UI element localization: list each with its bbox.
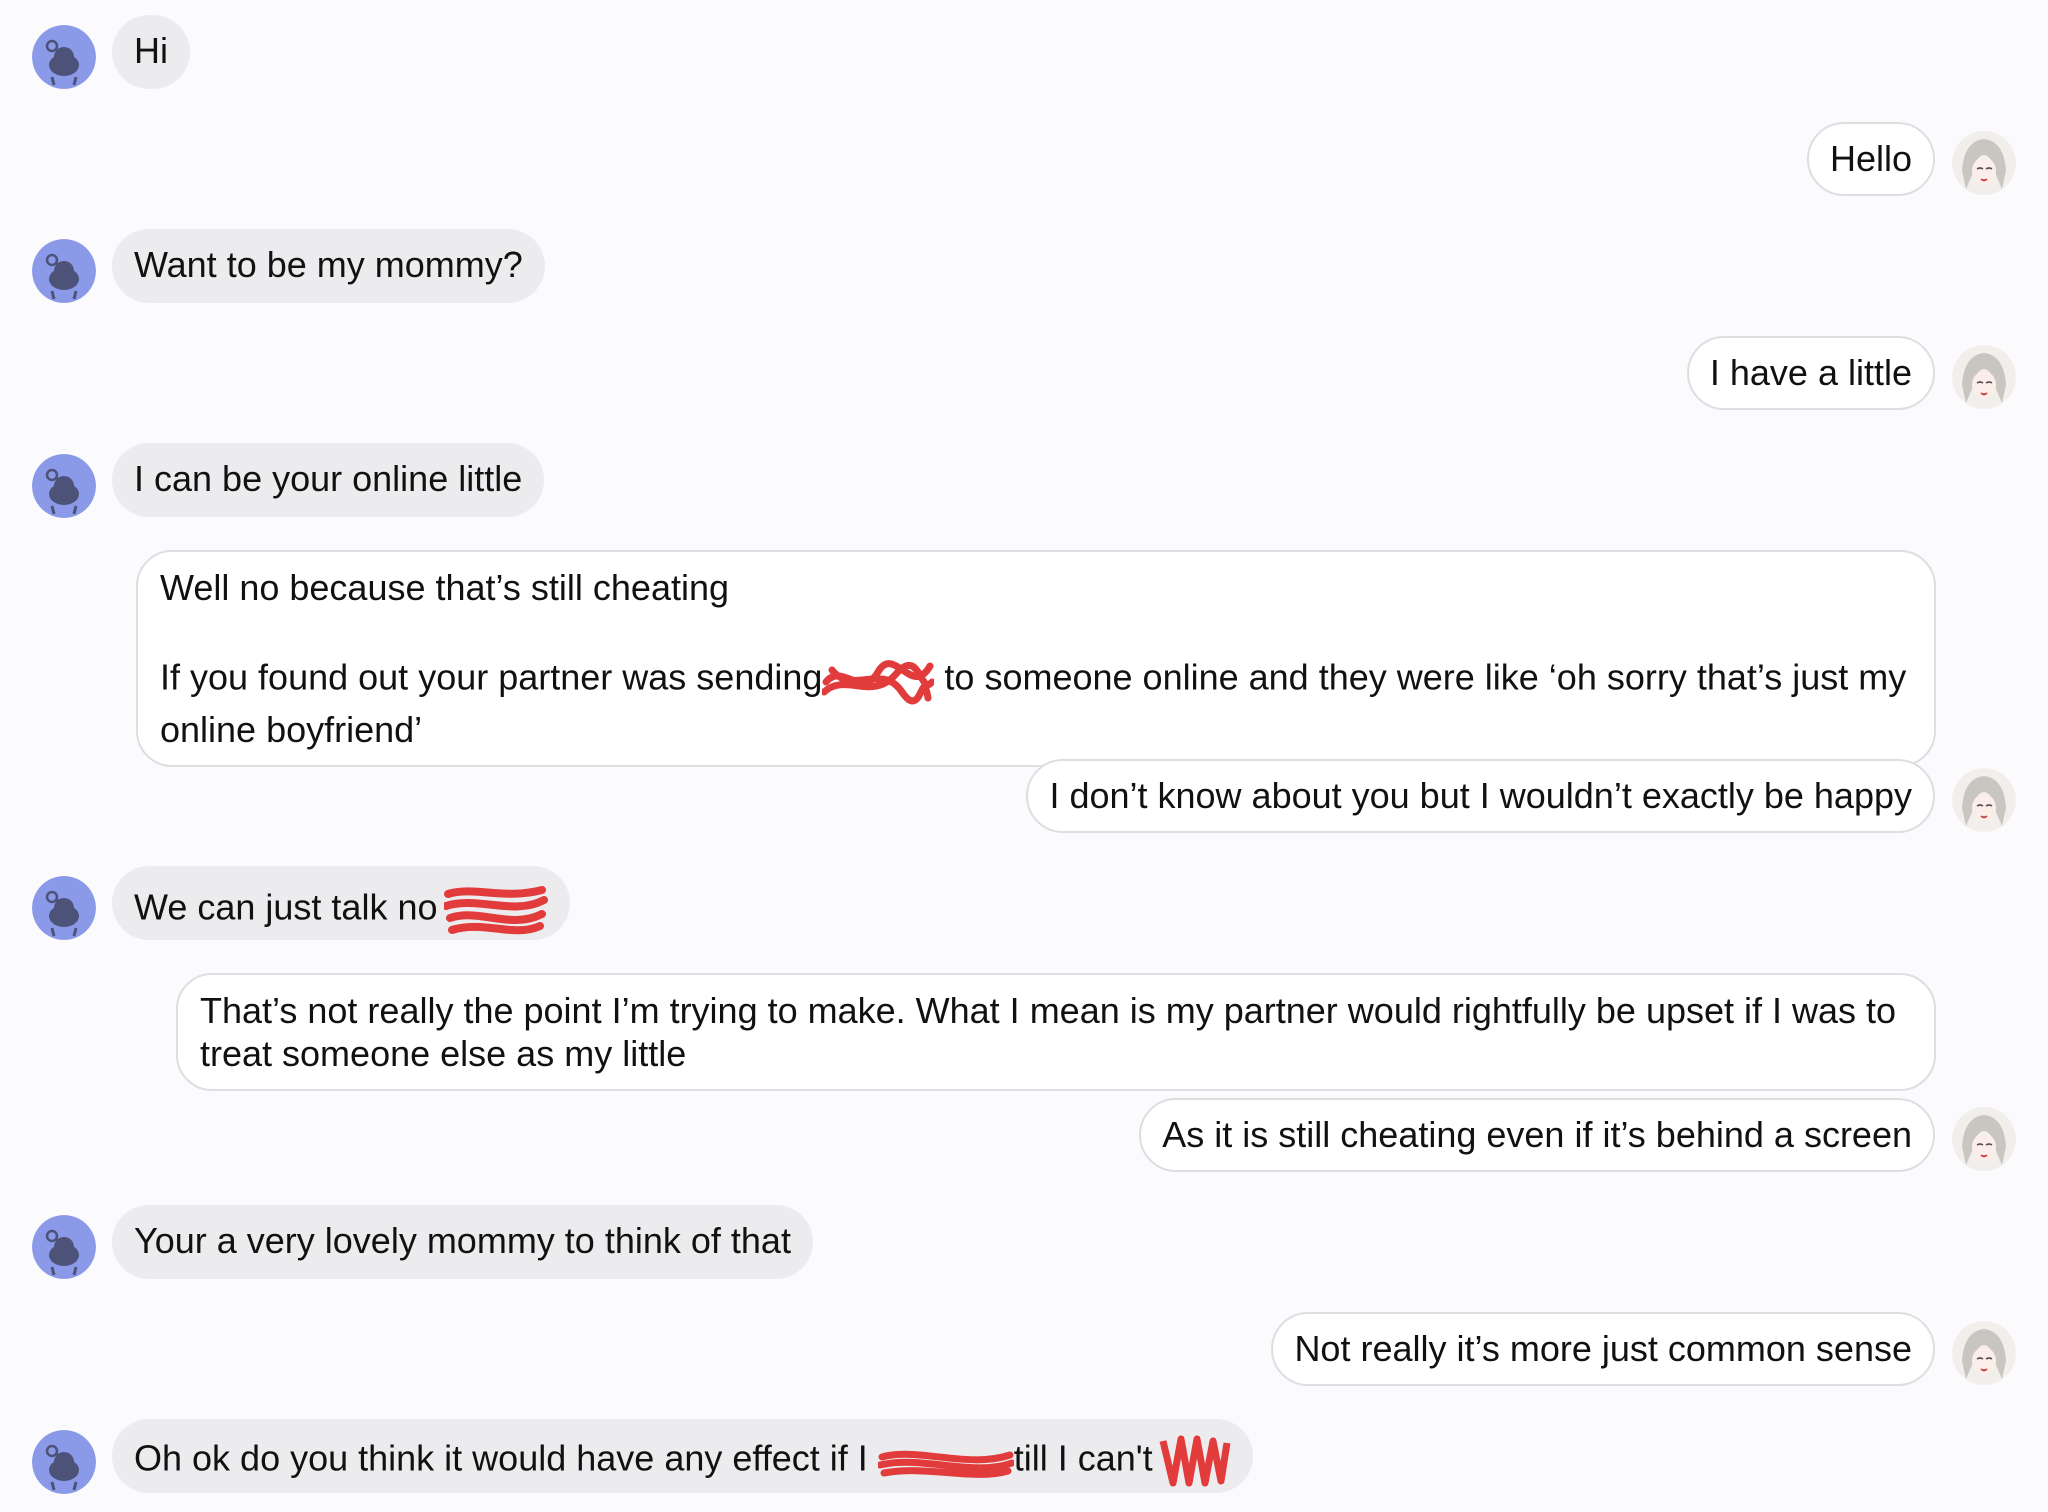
redaction-scribble [1159,1433,1231,1489]
redaction-scribble [877,1441,1014,1481]
snoo-avatar-icon[interactable] [32,1430,96,1494]
anime-avatar-icon[interactable] [1952,131,2016,195]
message-bubble-incoming[interactable]: Your a very lovely mommy to think of tha… [112,1205,813,1279]
message-text: I can be your online little [134,458,523,499]
message-line: Well no because that’s still cheating [160,567,730,608]
message-line: online boyfriend’ [160,709,423,750]
redaction-scribble [443,880,548,940]
message-text: Oh ok do you think it would have any eff… [134,1437,878,1479]
message-bubble-incoming[interactable]: I can be your online little [112,443,545,517]
message-bubble-outgoing-multiline[interactable]: Well no because that’s still cheating If… [136,550,1936,767]
message-text: Want to be my mommy? [134,244,523,285]
message-text: to someone online and they were like ‘oh… [934,656,1907,698]
anime-avatar-icon[interactable] [1952,768,2016,832]
message-text: If you found out your partner was sendin… [160,656,823,698]
message-bubble-outgoing[interactable]: Not really it’s more just common sense [1271,1312,1935,1386]
message-bubble-outgoing[interactable]: As it is still cheating even if it’s beh… [1139,1098,1935,1172]
message-line: treat someone else as my little [200,1033,687,1074]
message-bubble-outgoing[interactable]: I have a little [1686,336,1935,410]
message-bubble-incoming[interactable]: Want to be my mommy? [112,229,545,303]
message-bubble-outgoing-multiline[interactable]: That’s not really the point I’m trying t… [176,973,1936,1091]
message-line: That’s not really the point I’m trying t… [200,990,1897,1031]
message-bubble-incoming[interactable]: We can just talk no [112,866,570,940]
message-line: If you found out your partner was sendin… [160,652,1912,708]
message-text: I don’t know about you but I wouldn’t ex… [1049,775,1912,816]
message-text: We can just talk no [134,886,438,928]
message-text: I have a little [1709,352,1912,393]
snoo-avatar-icon[interactable] [32,876,96,940]
message-bubble-outgoing[interactable]: I don’t know about you but I wouldn’t ex… [1026,759,1935,833]
message-bubble-incoming[interactable]: Oh ok do you think it would have any eff… [112,1419,1253,1493]
message-bubble-incoming[interactable]: Hi [112,15,190,89]
snoo-avatar-icon[interactable] [32,25,96,89]
message-text: As it is still cheating even if it’s beh… [1162,1114,1912,1155]
anime-avatar-icon[interactable] [1952,1321,2016,1385]
message-text: Not really it’s more just common sense [1294,1328,1912,1369]
redaction-scribble [822,652,935,708]
snoo-avatar-icon[interactable] [32,239,96,303]
message-text: till I can't [1013,1437,1153,1479]
chat-thread: Hi Hello Want to be my mommy? I have a l… [0,0,2048,1512]
message-text: Your a very lovely mommy to think of tha… [134,1220,791,1261]
anime-avatar-icon[interactable] [1952,345,2016,409]
message-text: Hi [134,30,168,71]
snoo-avatar-icon[interactable] [32,454,96,518]
snoo-avatar-icon[interactable] [32,1215,96,1279]
message-bubble-outgoing[interactable]: Hello [1806,122,1935,196]
message-text: Hello [1829,138,1912,179]
anime-avatar-icon[interactable] [1952,1107,2016,1171]
